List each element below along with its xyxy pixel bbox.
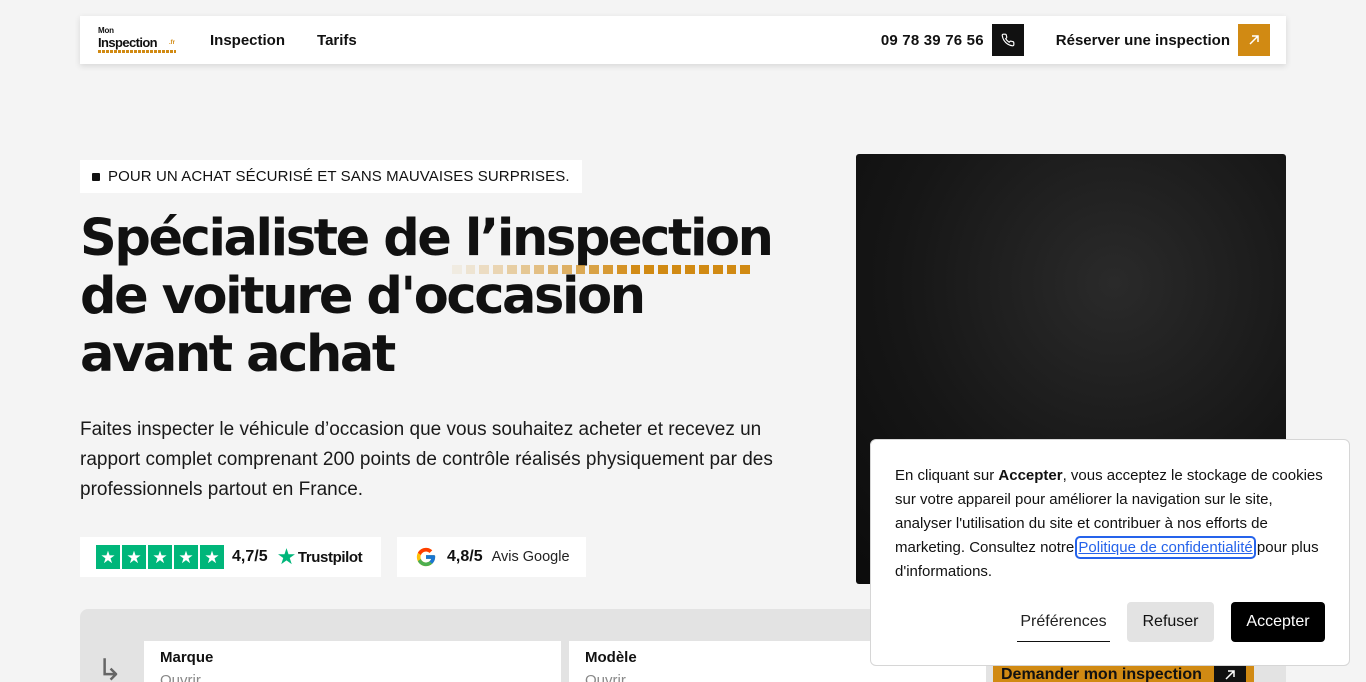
underline-dot [493,265,503,274]
underline-dot [465,265,476,274]
cookie-text-bold: Accepter [998,467,1063,484]
underline-dot [658,265,668,274]
underline-dot [603,265,613,274]
google-score: 4,8/5 [447,548,483,565]
arrow-up-right-icon[interactable] [1238,24,1270,56]
square-bullet-icon [92,172,100,181]
google-rating[interactable]: 4,8/5 Avis Google [397,537,586,577]
logo-main-text: Inspection [98,35,158,50]
hero-kicker: POUR UN ACHAT SÉCURISÉ ET SANS MAUVAISES… [80,160,582,193]
reserve-inspection-link[interactable]: Réserver une inspection [1056,32,1230,49]
title-line-3: avant achat [80,325,396,384]
underline-dot [452,265,462,274]
page-title: Spécialiste de l’inspection de voiture d… [80,210,800,384]
site-logo[interactable]: Mon Inspection .fr [98,26,176,54]
top-navigation: Mon Inspection .fr Inspection Tarifs 09 … [80,16,1286,64]
arrow-down-right-icon: ↳ [97,654,123,682]
underline-dot [671,265,682,274]
preferences-button[interactable]: Préférences [1017,602,1110,642]
underline-dot [548,265,558,274]
brand-label: Marque [160,649,214,666]
underline-dot [644,265,655,274]
rating-stars: ★ ★ ★ ★ ★ [96,545,224,569]
underline-dot [520,265,531,274]
underline-dot [699,265,709,274]
star-icon: ★ [174,545,198,569]
nav-link-inspection[interactable]: Inspection [210,32,285,49]
star-icon: ★ [122,545,146,569]
star-icon: ★ [148,545,172,569]
hero-description: Faites inspecter le véhicule d’occasion … [80,419,773,500]
title-underline-dots [452,265,751,274]
cookie-banner: En cliquant sur Accepter, vous acceptez … [870,439,1350,666]
cookie-text: En cliquant sur Accepter, vous acceptez … [895,464,1325,584]
cookie-buttons: Préférences Refuser Accepter [871,602,1349,642]
logo-small-text: Mon [98,26,114,35]
nav-link-tarifs[interactable]: Tarifs [317,32,357,49]
underline-dot [479,265,490,274]
accept-button[interactable]: Accepter [1231,602,1325,642]
brand-placeholder: Ouvrir [160,672,201,682]
brand-select[interactable]: Marque Ouvrir [144,641,561,682]
underline-dot [534,265,545,274]
trustpilot-score: 4,7/5 [232,548,268,565]
underline-dot [712,265,723,274]
model-placeholder: Ouvrir [585,672,626,682]
underline-dot [575,265,586,274]
trustpilot-brand: ★ Trustpilot [277,546,363,568]
refuse-button[interactable]: Refuser [1127,602,1214,642]
hero-kicker-text: POUR UN ACHAT SÉCURISÉ ET SANS MAUVAISES… [108,168,570,185]
phone-icon[interactable] [991,24,1024,56]
underline-dot [506,265,517,274]
cookie-text-1: En cliquant sur [895,467,999,484]
underline-dot [616,265,627,274]
trustpilot-rating[interactable]: ★ ★ ★ ★ ★ 4,7/5 ★ Trustpilot [80,537,381,577]
phone-number[interactable]: 09 78 39 76 56 [881,32,984,49]
privacy-policy-link[interactable]: Politique de confidentialité [1075,536,1256,559]
trustpilot-brand-text: Trustpilot [297,548,363,566]
logo-tld-text: .fr [169,40,175,46]
trustpilot-star-icon: ★ [276,544,297,569]
title-line-1: Spécialiste de l’inspection [80,209,774,268]
title-line-2: de voiture d'occasion [80,267,646,326]
underline-dot [740,265,751,274]
underline-dot [561,265,572,274]
underline-dot [589,265,600,274]
request-inspection-label: Demander mon inspection [1001,666,1202,682]
underline-dot [685,265,696,274]
google-logo-icon [416,547,436,567]
google-label: Avis Google [491,549,570,565]
underline-dot [726,265,737,274]
logo-underline [98,50,176,53]
star-icon: ★ [200,545,224,569]
star-icon: ★ [96,545,120,569]
underline-dot [630,265,641,274]
